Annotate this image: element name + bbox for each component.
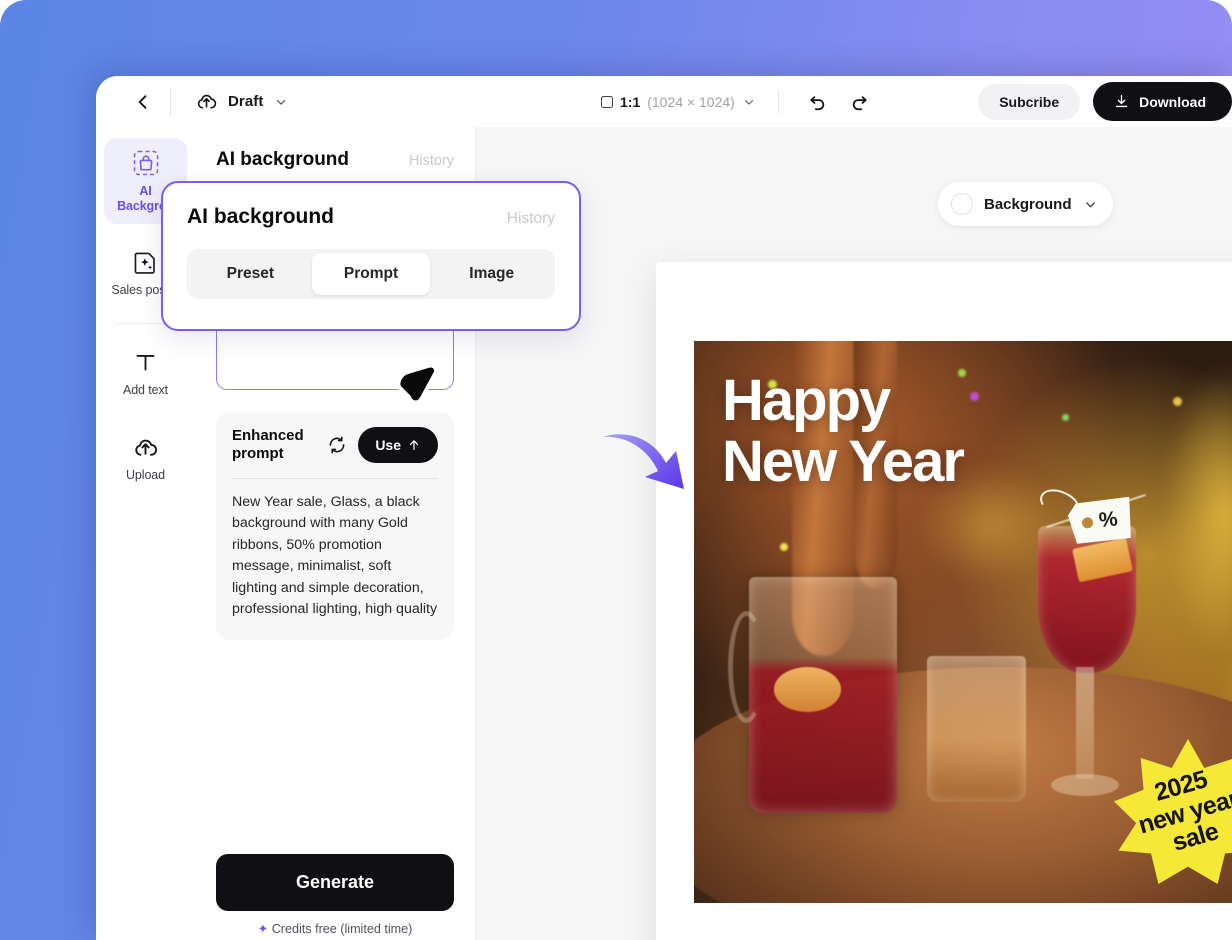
cloud-upload-icon	[197, 94, 217, 109]
background-layer-label: Background	[984, 195, 1072, 213]
decor-glass-pitcher-handle	[728, 610, 766, 724]
canvas-area: Background Happy New Year % 2025 new yea…	[476, 127, 1232, 940]
ai-background-popover: AI background History Preset Prompt Imag…	[161, 181, 581, 331]
decor-glint	[1062, 414, 1070, 422]
credits-label: Credits free (limited time)	[271, 922, 413, 936]
square-icon	[601, 95, 613, 108]
use-prompt-label: Use	[375, 437, 401, 454]
poster-headline: Happy New Year	[722, 368, 965, 494]
credits-note: ✦ Credits free (limited time)	[216, 921, 454, 936]
aspect-ratio-label: 1:1	[620, 93, 641, 110]
refresh-icon[interactable]	[326, 434, 348, 456]
text-t-icon	[136, 354, 155, 371]
popover-title: AI background	[187, 205, 335, 228]
page-title: AI background	[216, 149, 350, 170]
app-window: Draft 1:1 (1024 × 1024) Subcribe Downloa…	[96, 76, 1232, 940]
canvas-controls: 1:1 (1024 × 1024)	[601, 76, 877, 127]
panel-footer: Generate ✦ Credits free (limited time)	[216, 854, 454, 940]
history-link[interactable]: History	[409, 153, 454, 169]
enhanced-prompt-card: Enhanced prompt Use New Year sale, Glass…	[216, 412, 454, 641]
back-button[interactable]	[120, 79, 166, 125]
popover-tab-image[interactable]: Image	[432, 253, 551, 295]
poster-headline-line1: Happy	[722, 368, 891, 433]
download-label: Download	[1139, 93, 1206, 110]
document-status[interactable]: Draft	[195, 90, 288, 113]
poster-canvas[interactable]: Happy New Year % 2025 new year sale	[656, 262, 1232, 940]
sale-star-text: 2025 new year sale	[1128, 759, 1232, 864]
popover-tab-prompt[interactable]: Prompt	[311, 253, 431, 295]
circle-swatch-icon	[951, 193, 973, 215]
sidebar-item-add-text[interactable]: Add text	[104, 338, 187, 407]
toolbar-divider	[170, 88, 171, 115]
download-icon	[1115, 95, 1128, 108]
poster-image[interactable]: Happy New Year % 2025 new year sale	[694, 341, 1232, 903]
background-layer-selector[interactable]: Background	[938, 182, 1113, 226]
subscribe-button[interactable]: Subcribe	[978, 83, 1081, 120]
decor-glass-tumbler	[927, 655, 1026, 802]
download-button[interactable]: Download	[1093, 82, 1232, 121]
ai-bag-icon	[133, 150, 158, 176]
popover-header: AI background History	[187, 183, 555, 229]
top-toolbar: Draft 1:1 (1024 × 1024) Subcribe Downloa…	[96, 76, 1232, 127]
divider	[232, 477, 438, 479]
sidebar-item-label: Upload	[125, 468, 165, 482]
chevron-down-icon	[1085, 201, 1095, 207]
workspace: AI Backgrou Sales poster Add text Upload…	[96, 127, 1232, 940]
undo-icon	[810, 96, 825, 111]
image-sparkle-icon	[134, 252, 155, 274]
use-prompt-button[interactable]: Use	[358, 427, 438, 464]
decor-glow	[1160, 363, 1232, 664]
aspect-ratio-dimensions: (1024 × 1024)	[647, 93, 735, 110]
decor-orange-slice	[773, 666, 842, 712]
sidebar-item-upload[interactable]: Upload	[104, 423, 187, 492]
arrow-up-icon	[409, 440, 419, 451]
discount-tag-label: %	[1097, 507, 1119, 533]
chevron-left-icon	[138, 94, 147, 109]
document-title: Draft	[228, 93, 264, 110]
decor-glass-goblet-stem	[1075, 666, 1095, 780]
popover-tab-preset[interactable]: Preset	[191, 253, 310, 295]
decor-glass-goblet-foot	[1051, 773, 1119, 797]
popover-history-link[interactable]: History	[507, 210, 555, 228]
undo-button[interactable]	[801, 85, 835, 119]
enhanced-prompt-header: Enhanced prompt Use	[232, 427, 438, 464]
popover-mode-tabs: Preset Prompt Image	[187, 249, 555, 299]
enhanced-prompt-body: New Year sale, Glass, a black background…	[232, 493, 438, 618]
sidebar-item-label: Add text	[122, 382, 169, 397]
sparkle-icon: ✦	[257, 922, 269, 936]
tag-hole-icon	[1081, 516, 1094, 529]
cloud-upload-icon	[135, 439, 157, 456]
chevron-down-icon	[276, 99, 285, 105]
toolbar-divider	[777, 89, 779, 114]
panel-header: AI background History	[216, 127, 454, 171]
decor-glint	[970, 391, 980, 401]
enhanced-prompt-title: Enhanced prompt	[232, 427, 304, 463]
generate-button[interactable]: Generate	[216, 854, 454, 911]
redo-button[interactable]	[843, 85, 877, 119]
redo-icon	[853, 96, 867, 111]
poster-headline-line2: New Year	[722, 428, 965, 494]
topbar-actions: Subcribe Download	[978, 76, 1232, 127]
decor-glint	[779, 543, 788, 552]
chevron-down-icon	[744, 99, 753, 105]
aspect-ratio-selector[interactable]: 1:1 (1024 × 1024)	[601, 94, 756, 110]
